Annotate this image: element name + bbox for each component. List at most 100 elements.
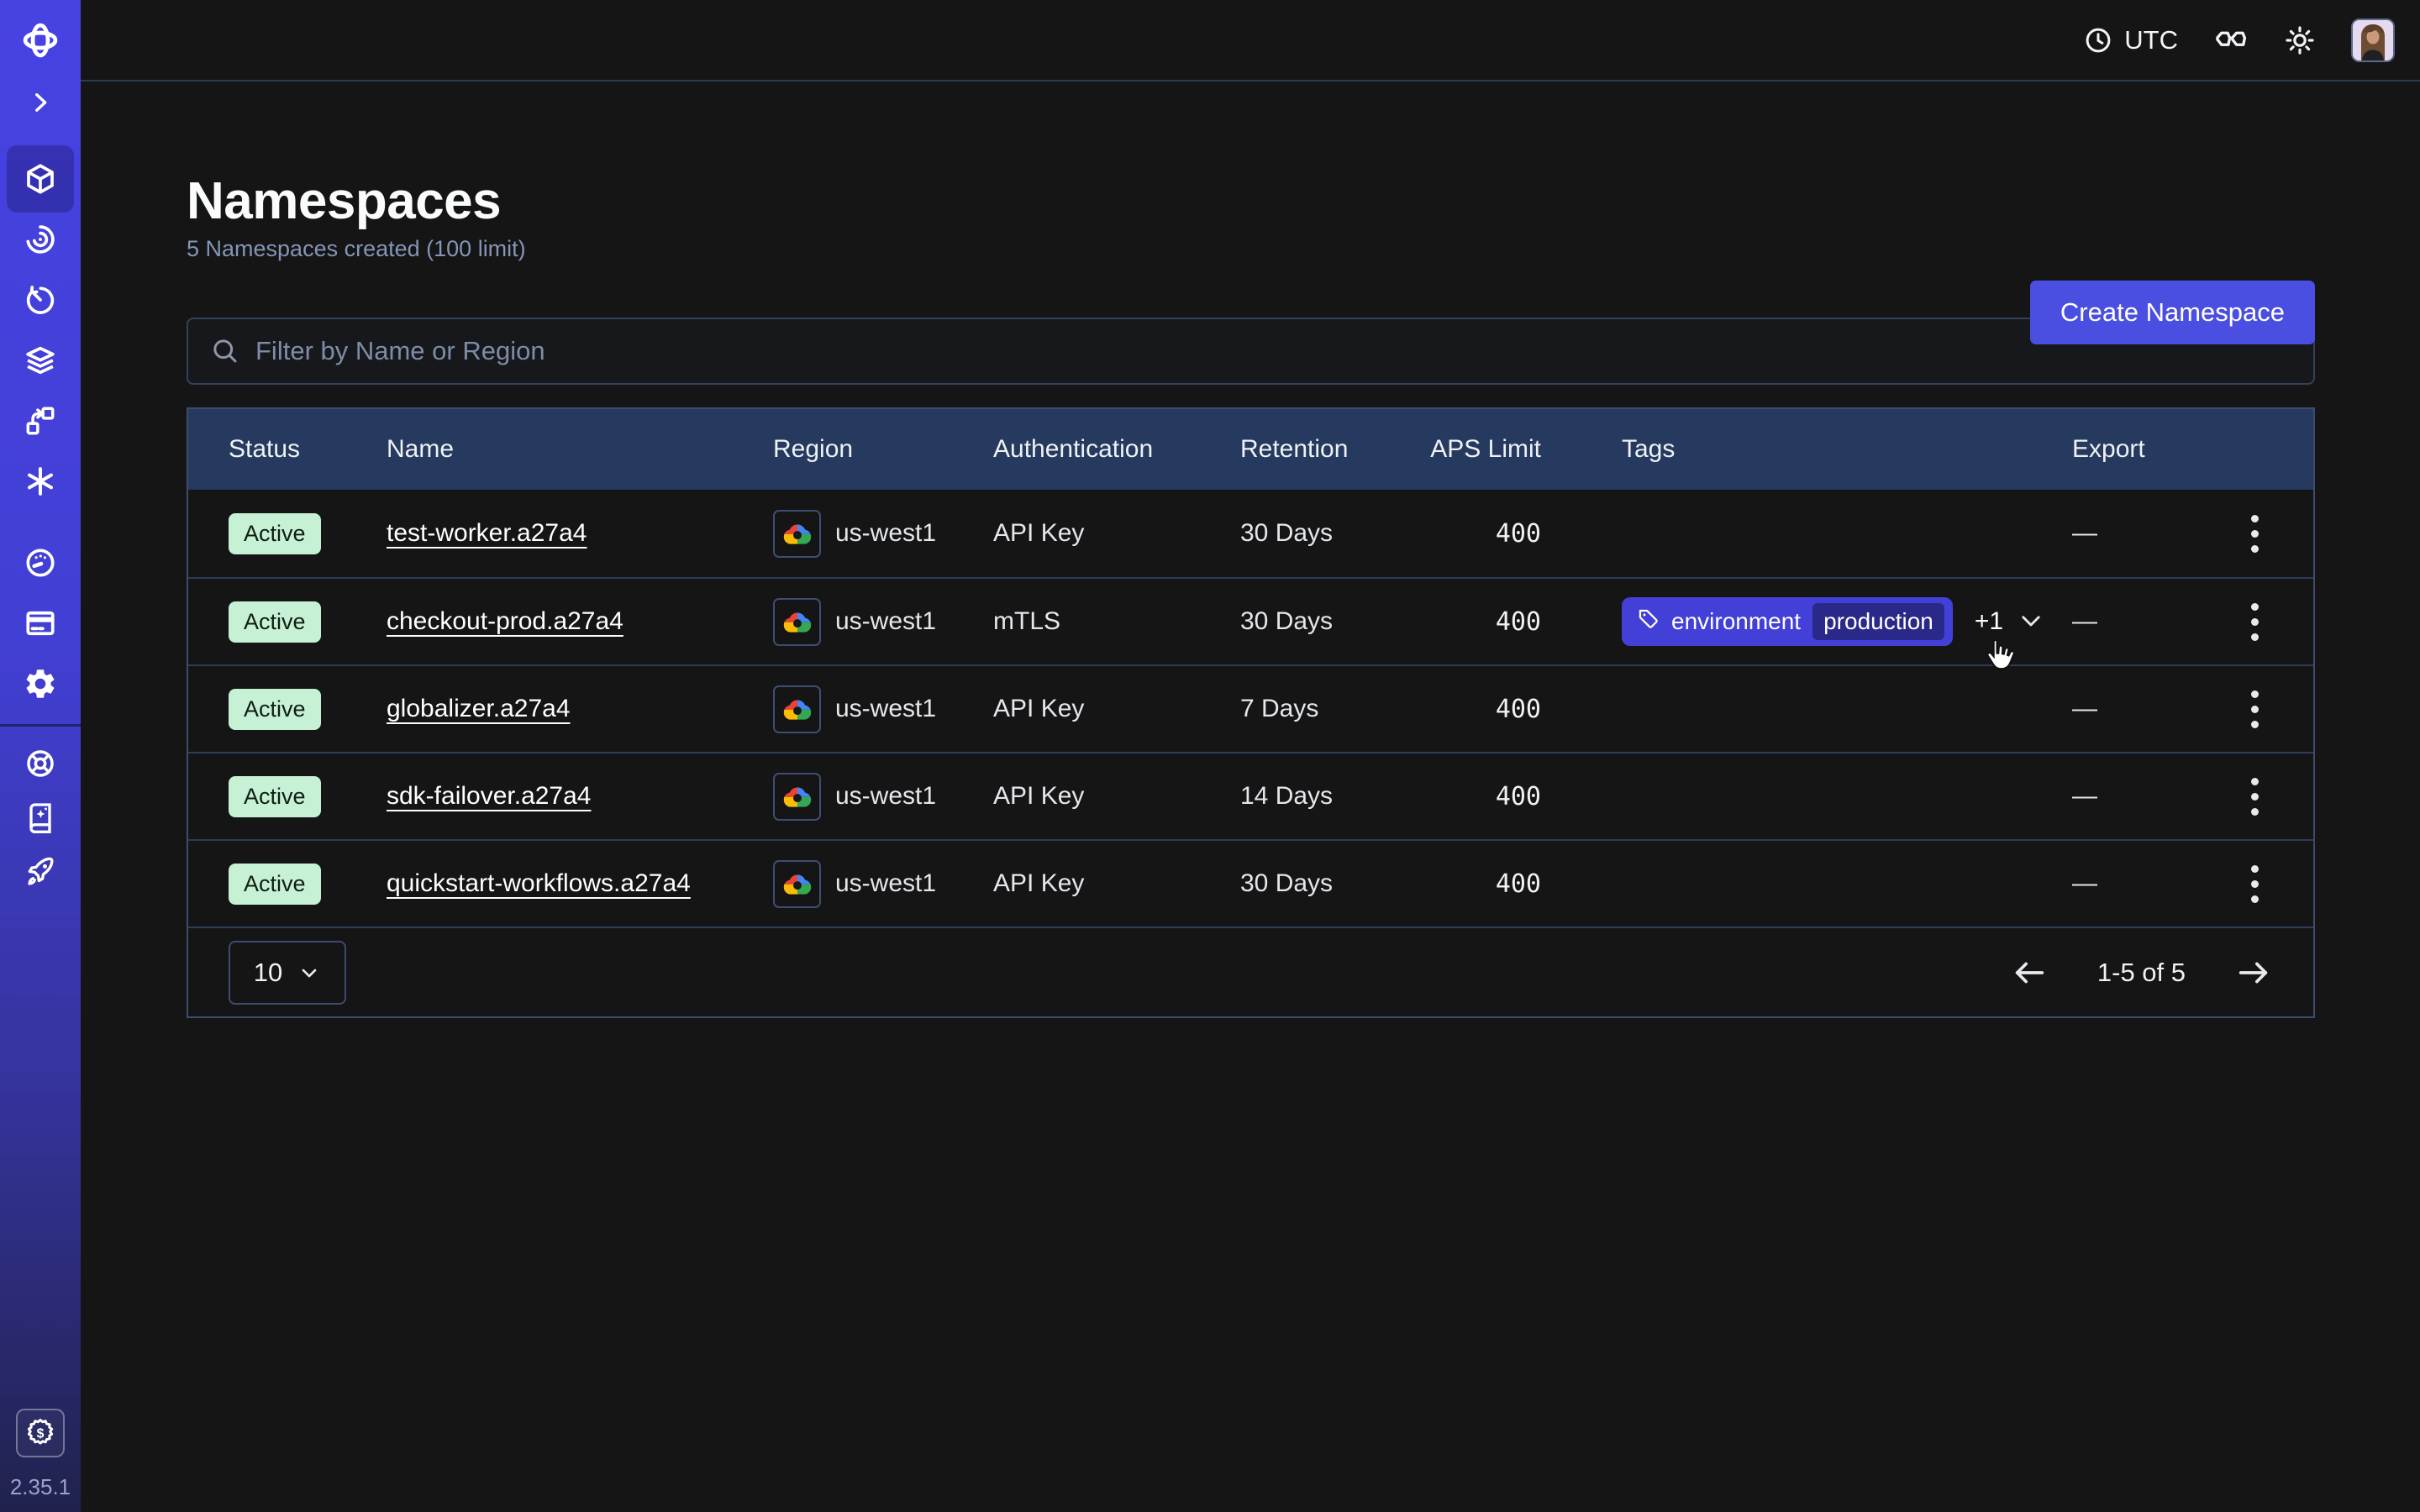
page-size-select[interactable]: 10 (229, 941, 346, 1005)
tag-chip[interactable]: environment production (1622, 597, 1953, 646)
authentication-cell: API Key (953, 695, 1200, 723)
export-cell: — (2032, 782, 2196, 811)
glasses-icon (2213, 23, 2249, 58)
region-label: us-west1 (835, 869, 936, 898)
namespace-link[interactable]: quickstart-workflows.a27a4 (387, 869, 691, 898)
row-menu-button[interactable] (2243, 769, 2267, 824)
sidebar-item-getting-started[interactable] (7, 841, 74, 901)
authentication-cell: API Key (953, 519, 1200, 548)
name-cell: checkout-prod.a27a4 (346, 607, 733, 636)
namespace-link[interactable]: checkout-prod.a27a4 (387, 607, 623, 636)
sidebar-nav-help (0, 737, 81, 898)
timer-icon (23, 282, 58, 318)
previous-page-button[interactable] (2010, 953, 2049, 992)
namespace-link[interactable]: test-worker.a27a4 (387, 519, 587, 548)
tag-chip-group: environment production +1 (1622, 597, 2045, 646)
status-badge: Active (229, 513, 321, 554)
column-header-retention: Retention (1200, 435, 1395, 464)
status-cell: Active (188, 689, 346, 730)
lifebuoy-icon (24, 747, 57, 780)
sidebar: $ 2.35.1 (0, 0, 81, 1512)
export-cell: — (2032, 869, 2196, 898)
filter-input[interactable] (255, 336, 2291, 366)
user-avatar[interactable] (2351, 18, 2395, 62)
sidebar-item-support[interactable] (7, 733, 74, 794)
labs-button[interactable] (2213, 23, 2249, 58)
name-cell: quickstart-workflows.a27a4 (346, 869, 733, 898)
pagination-range: 1-5 of 5 (2097, 958, 2186, 988)
app-version: 2.35.1 (10, 1474, 71, 1500)
authentication-value: mTLS (993, 607, 1060, 636)
sidebar-item-deployments[interactable] (7, 330, 74, 391)
create-namespace-button[interactable]: Create Namespace (2030, 281, 2315, 344)
sidebar-item-nexus[interactable] (7, 451, 74, 512)
actions-cell (2196, 595, 2313, 649)
table-row: Active globalizer.a27a4 us-west1 API Key… (188, 664, 2313, 752)
status-cell: Active (188, 864, 346, 905)
tag-icon (1637, 607, 1660, 637)
aps-limit-value: 400 (1496, 519, 1541, 549)
row-menu-button[interactable] (2243, 507, 2267, 561)
authentication-value: API Key (993, 782, 1084, 811)
retention-cell: 30 Days (1200, 519, 1395, 548)
asterisk-icon (23, 464, 58, 499)
namespaces-table: Status Name Region Authentication Retent… (187, 407, 2315, 1018)
timezone-button[interactable]: UTC (2083, 25, 2178, 55)
export-cell: — (2032, 519, 2196, 548)
theme-toggle-button[interactable] (2284, 24, 2316, 56)
sidebar-divider (0, 724, 81, 727)
topbar: UTC (81, 0, 2420, 81)
region-cell: us-west1 (733, 510, 953, 558)
export-cell: — (2032, 607, 2196, 636)
next-page-button[interactable] (2234, 953, 2273, 992)
actions-cell (2196, 507, 2313, 561)
status-badge: Active (229, 601, 321, 643)
sidebar-item-batch-operations[interactable] (7, 391, 74, 451)
row-menu-button[interactable] (2243, 857, 2267, 911)
sidebar-nav-primary (0, 149, 81, 512)
temporal-logo-icon (18, 18, 62, 62)
authentication-value: API Key (993, 869, 1084, 898)
gcp-region-icon (773, 773, 821, 821)
sidebar-item-billing[interactable] (7, 593, 74, 654)
credits-button[interactable]: $ (16, 1409, 65, 1457)
aps-limit-value: 400 (1496, 607, 1541, 637)
region-label: us-west1 (835, 607, 936, 636)
actions-cell (2196, 769, 2313, 824)
retention-cell: 30 Days (1200, 607, 1395, 636)
status-badge: Active (229, 776, 321, 817)
sidebar-item-namespaces[interactable] (7, 145, 74, 213)
retention-cell: 14 Days (1200, 782, 1395, 811)
region-cell: us-west1 (733, 685, 953, 733)
row-menu-button[interactable] (2243, 682, 2267, 737)
sidebar-item-settings[interactable] (7, 654, 74, 714)
export-value: — (2072, 519, 2097, 548)
aps-limit-cell: 400 (1395, 519, 1581, 549)
actions-cell (2196, 857, 2313, 911)
region-cell: us-west1 (733, 773, 953, 821)
row-menu-button[interactable] (2243, 595, 2267, 649)
rocket-icon (24, 854, 57, 888)
status-badge: Active (229, 864, 321, 905)
layers-icon (23, 343, 58, 378)
column-header-aps-limit: APS Limit (1395, 435, 1581, 464)
sidebar-item-schedules[interactable] (7, 270, 74, 330)
sidebar-item-usage[interactable] (7, 533, 74, 593)
namespace-link[interactable]: globalizer.a27a4 (387, 695, 571, 723)
column-header-export: Export (2032, 435, 2196, 464)
table-body: Active test-worker.a27a4 us-west1 API Ke… (188, 490, 2313, 927)
region-cell: us-west1 (733, 860, 953, 908)
sidebar-expand-button[interactable] (22, 84, 59, 121)
table-row: Active checkout-prod.a27a4 us-west1 mTLS… (188, 577, 2313, 664)
authentication-cell: API Key (953, 869, 1200, 898)
name-cell: sdk-failover.a27a4 (346, 782, 733, 811)
retention-value: 30 Days (1240, 519, 1333, 548)
arrow-right-icon (2234, 953, 2273, 992)
sidebar-item-docs[interactable] (7, 787, 74, 848)
namespace-link[interactable]: sdk-failover.a27a4 (387, 782, 592, 811)
retention-value: 30 Days (1240, 869, 1333, 898)
region-cell: us-west1 (733, 598, 953, 646)
column-header-status: Status (188, 435, 346, 464)
export-value: — (2072, 782, 2097, 811)
sidebar-item-workflows[interactable] (7, 209, 74, 270)
